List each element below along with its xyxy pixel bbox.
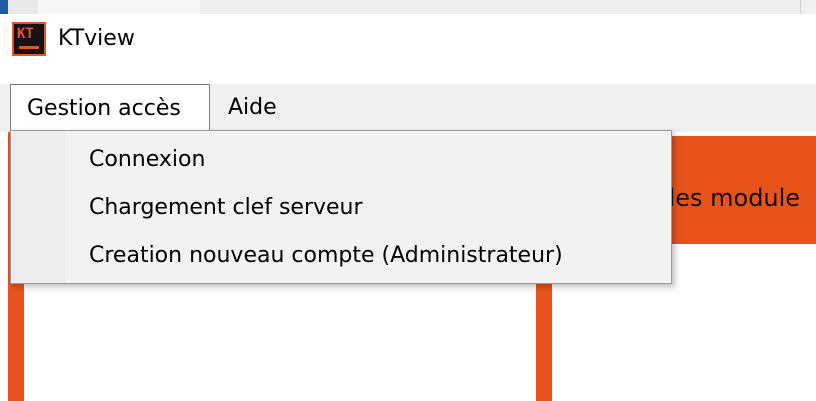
dropdown-menu: Connexion Chargement clef serveur Creati… [10, 130, 672, 284]
menu-bar: Gestion accès Aide [0, 84, 816, 132]
taskbar-strip [0, 0, 816, 15]
taskbar-segment [38, 0, 201, 14]
menu-aide[interactable]: Aide [212, 84, 292, 132]
taskbar-segment [0, 0, 8, 14]
menu-item-chargement-clef[interactable]: Chargement clef serveur [89, 195, 363, 220]
window-title: KTview [58, 26, 135, 51]
banner-text: des module [660, 184, 801, 212]
menu-gestion-acces[interactable]: Gestion accès [10, 84, 210, 132]
taskbar-segment [200, 0, 801, 14]
menu-item-creation-compte[interactable]: Creation nouveau compte (Administrateur) [89, 243, 563, 268]
menu-gutter [11, 131, 65, 283]
kt-logo-icon: KT [12, 22, 46, 56]
taskbar-segment [8, 0, 39, 14]
menu-item-connexion[interactable]: Connexion [89, 147, 205, 172]
